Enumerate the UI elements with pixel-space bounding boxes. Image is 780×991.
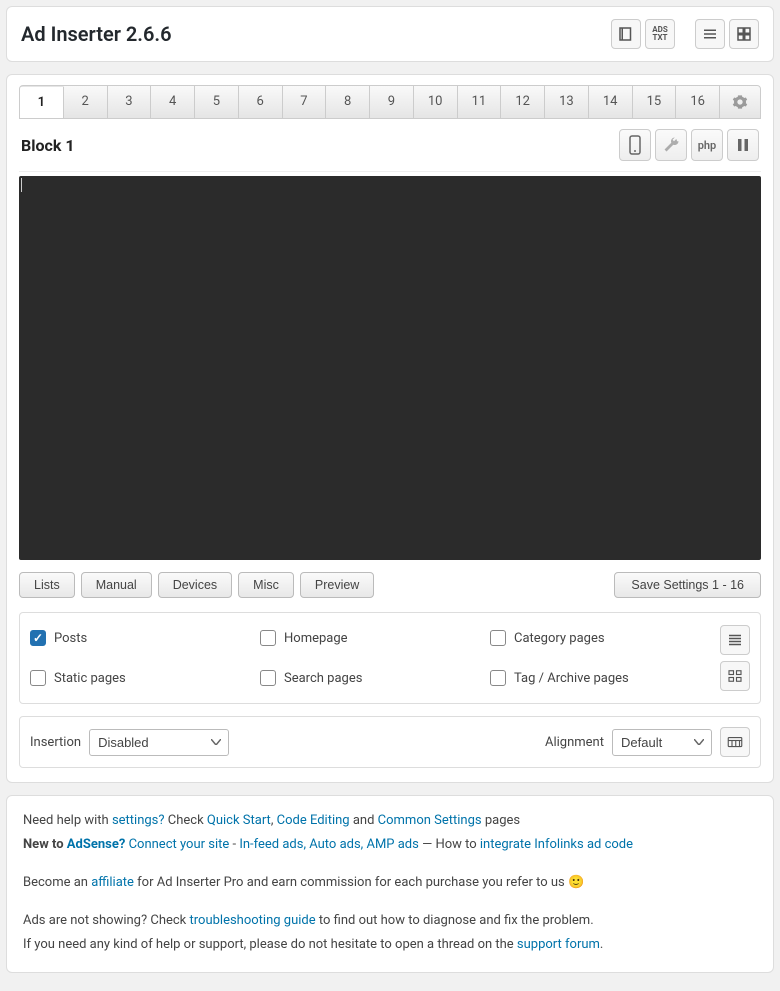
main-panel: 12345678910111213141516 Block 1 php List… bbox=[6, 74, 774, 783]
block-header: Block 1 php bbox=[19, 119, 761, 172]
pause-icon[interactable] bbox=[727, 129, 759, 161]
book-icon[interactable] bbox=[611, 19, 641, 49]
commonsettings-link[interactable]: Common Settings bbox=[378, 813, 482, 828]
tab-1[interactable]: 1 bbox=[20, 87, 64, 119]
page-types-panel: Posts Homepage Category pages Static pag… bbox=[19, 612, 761, 704]
affiliate-link[interactable]: affiliate bbox=[91, 875, 134, 890]
mobile-icon[interactable] bbox=[619, 129, 651, 161]
alignment-label: Alignment bbox=[545, 735, 604, 750]
devices-button[interactable]: Devices bbox=[158, 572, 232, 598]
tab-15[interactable]: 15 bbox=[633, 86, 677, 118]
help-line-1: Need help with settings? Check Quick Sta… bbox=[23, 810, 757, 832]
tab-5[interactable]: 5 bbox=[195, 86, 239, 118]
integrate-link[interactable]: integrate Infolinks ad code bbox=[480, 837, 633, 852]
alignment-icon[interactable] bbox=[720, 727, 750, 757]
list-view-icon[interactable] bbox=[695, 19, 725, 49]
header-panel: Ad Inserter 2.6.6 ADSTXT bbox=[6, 6, 774, 62]
quickstart-link[interactable]: Quick Start bbox=[207, 813, 271, 828]
tab-4[interactable]: 4 bbox=[151, 86, 195, 118]
search-checkbox[interactable]: Search pages bbox=[260, 670, 490, 686]
tab-12[interactable]: 12 bbox=[501, 86, 545, 118]
adsense-link[interactable]: AdSense? bbox=[67, 837, 126, 852]
tab-8[interactable]: 8 bbox=[326, 86, 370, 118]
forum-link[interactable]: support forum bbox=[517, 937, 600, 952]
settings-tab[interactable] bbox=[720, 86, 760, 118]
save-button[interactable]: Save Settings 1 - 16 bbox=[614, 572, 761, 598]
tab-10[interactable]: 10 bbox=[414, 86, 458, 118]
search-label: Search pages bbox=[284, 671, 362, 686]
posts-label: Posts bbox=[54, 631, 87, 646]
help-line-2: New to AdSense? Connect your site - In-f… bbox=[23, 834, 757, 856]
codeediting-link[interactable]: Code Editing bbox=[277, 813, 350, 828]
button-row: Lists Manual Devices Misc Preview Save S… bbox=[19, 572, 761, 598]
insertion-panel: Insertion Disabled Alignment Default bbox=[19, 716, 761, 768]
connect-link[interactable]: Connect your site bbox=[129, 837, 230, 852]
code-editor[interactable] bbox=[19, 176, 761, 560]
tag-label: Tag / Archive pages bbox=[514, 671, 629, 686]
tab-14[interactable]: 14 bbox=[589, 86, 633, 118]
insertion-label: Insertion bbox=[30, 735, 81, 750]
insertion-select[interactable]: Disabled bbox=[89, 729, 229, 756]
tab-2[interactable]: 2 bbox=[64, 86, 108, 118]
grid-view-icon[interactable] bbox=[729, 19, 759, 49]
preview-button[interactable]: Preview bbox=[300, 572, 374, 598]
tab-13[interactable]: 13 bbox=[545, 86, 589, 118]
tag-checkbox[interactable]: Tag / Archive pages bbox=[490, 670, 720, 686]
misc-button[interactable]: Misc bbox=[238, 572, 294, 598]
plugin-title: Ad Inserter 2.6.6 bbox=[21, 22, 172, 46]
troubleshoot-link[interactable]: troubleshooting guide bbox=[190, 913, 316, 928]
lines-icon[interactable] bbox=[720, 625, 750, 655]
infeed-link[interactable]: In-feed ads, Auto ads, AMP ads bbox=[239, 837, 419, 852]
help-panel: Need help with settings? Check Quick Sta… bbox=[6, 795, 774, 973]
header-buttons: ADSTXT bbox=[611, 19, 759, 49]
static-checkbox[interactable]: Static pages bbox=[30, 670, 260, 686]
help-line-4: Ads are not showing? Check troubleshooti… bbox=[23, 910, 757, 932]
manual-button[interactable]: Manual bbox=[81, 572, 152, 598]
settings-link[interactable]: settings? bbox=[112, 813, 165, 828]
help-line-3: Become an affiliate for Ad Inserter Pro … bbox=[23, 872, 757, 894]
block-tools: php bbox=[619, 129, 759, 161]
static-label: Static pages bbox=[54, 671, 126, 686]
category-checkbox[interactable]: Category pages bbox=[490, 630, 720, 646]
homepage-checkbox[interactable]: Homepage bbox=[260, 630, 490, 646]
block-name: Block 1 bbox=[21, 136, 75, 155]
alignment-select[interactable]: Default bbox=[612, 729, 712, 756]
tab-7[interactable]: 7 bbox=[283, 86, 327, 118]
tab-3[interactable]: 3 bbox=[108, 86, 152, 118]
tab-6[interactable]: 6 bbox=[239, 86, 283, 118]
help-line-5: If you need any kind of help or support,… bbox=[23, 934, 757, 956]
blocks-icon[interactable] bbox=[720, 661, 750, 691]
lists-button[interactable]: Lists bbox=[19, 572, 75, 598]
posts-checkbox[interactable]: Posts bbox=[30, 630, 260, 646]
block-tabs: 12345678910111213141516 bbox=[19, 85, 761, 119]
adstxt-icon[interactable]: ADSTXT bbox=[645, 19, 675, 49]
wrench-icon[interactable] bbox=[655, 129, 687, 161]
homepage-label: Homepage bbox=[284, 631, 348, 646]
category-label: Category pages bbox=[514, 631, 605, 646]
php-button[interactable]: php bbox=[691, 129, 723, 161]
tab-11[interactable]: 11 bbox=[458, 86, 502, 118]
tab-9[interactable]: 9 bbox=[370, 86, 414, 118]
tab-16[interactable]: 16 bbox=[676, 86, 720, 118]
